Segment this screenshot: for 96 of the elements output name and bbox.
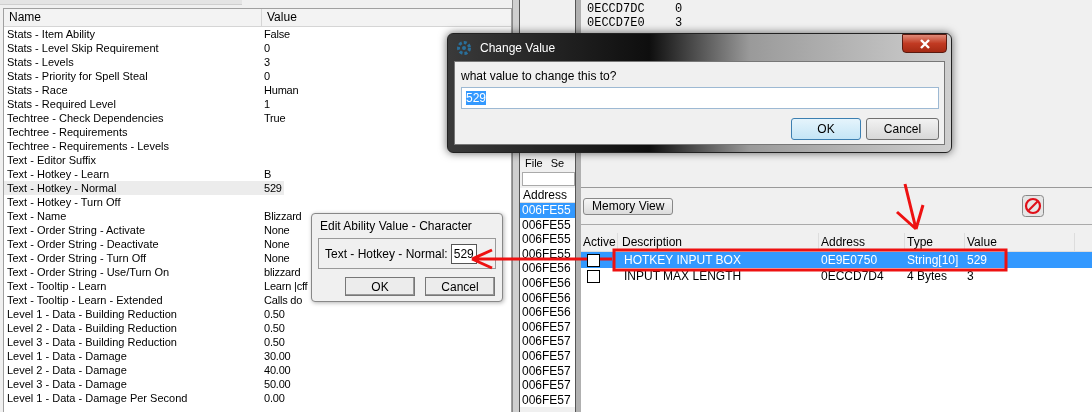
memory-value: 3 bbox=[675, 16, 683, 30]
table-cell-text: 40.00 bbox=[263, 363, 292, 377]
input-field[interactable] bbox=[522, 172, 575, 186]
column-header[interactable]: Value bbox=[262, 9, 511, 26]
checkbox[interactable] bbox=[587, 270, 600, 283]
dialog-button[interactable]: Cancel bbox=[866, 118, 939, 140]
value-field[interactable]: 529 bbox=[450, 243, 477, 264]
field-label: Text - Hotkey - Normal: bbox=[325, 246, 448, 261]
table-cell-text: 4 Bytes bbox=[906, 268, 949, 284]
window-title: Edit Ability Value - Character bbox=[319, 218, 473, 235]
table-cell-text: 0.50 bbox=[263, 335, 286, 349]
table-cell[interactable]: Stats - Race bbox=[4, 83, 262, 97]
table-cell-text: B bbox=[263, 167, 273, 181]
table-cell-text: 0 bbox=[263, 41, 271, 55]
table-cell[interactable]: Text - Order String - Turn Off bbox=[4, 251, 262, 265]
table-cell[interactable]: Stats - Priority for Spell Steal bbox=[4, 69, 262, 83]
table-cell-text: 0.50 bbox=[263, 307, 286, 321]
table-cell-text: True bbox=[263, 111, 287, 125]
table-cell-text: None bbox=[263, 237, 291, 251]
memory-view-button[interactable]: Memory View bbox=[583, 197, 674, 215]
table-cell[interactable]: Text - Editor Suffix bbox=[4, 153, 262, 167]
dialog-button[interactable]: Cancel bbox=[425, 277, 495, 296]
column-header[interactable]: Address bbox=[520, 188, 575, 203]
table-cell-text: Calls do bbox=[263, 293, 304, 307]
dialog-button[interactable]: OK bbox=[791, 118, 861, 140]
table-cell[interactable]: Techtree - Check Dependencies bbox=[4, 111, 262, 125]
column-header[interactable]: Value bbox=[965, 233, 1075, 251]
address-item[interactable]: 006FE57 bbox=[520, 378, 575, 393]
table-cell[interactable]: Level 3 - Data - Damage bbox=[4, 377, 262, 391]
memory-address: 0ECCD7DC bbox=[587, 2, 646, 16]
table-row[interactable]: INPUT MAX LENGTH 0ECCD7D4 4 Bytes 3 bbox=[581, 268, 1092, 284]
table-cell-text: blizzard bbox=[263, 265, 302, 279]
address-item[interactable]: 006FE55 bbox=[520, 232, 575, 247]
address-item[interactable]: 006FE56 bbox=[520, 305, 575, 320]
table-cell[interactable]: Text - Hotkey - Normal bbox=[4, 181, 262, 195]
table-cell-text: INPUT MAX LENGTH bbox=[623, 268, 743, 284]
table-cell[interactable]: Techtree - Requirements - Levels bbox=[4, 139, 262, 153]
table-cell[interactable]: Text - Order String - Use/Turn On bbox=[4, 265, 262, 279]
table-cell-text: 3 bbox=[966, 268, 975, 284]
window-title: Change Value bbox=[480, 40, 557, 55]
table-cell-text: 529 bbox=[966, 252, 989, 268]
table-cell[interactable]: Level 3 - Data - Building Reduction bbox=[4, 335, 262, 349]
close-icon[interactable] bbox=[918, 38, 931, 49]
table-cell[interactable]: Stats - Level Skip Requirement bbox=[4, 41, 262, 55]
column-header[interactable]: Address bbox=[819, 233, 905, 251]
table-cell[interactable]: Level 1 - Data - Building Reduction bbox=[4, 307, 262, 321]
table-cell[interactable]: Stats - Levels bbox=[4, 55, 262, 69]
table-cell[interactable]: Text - Hotkey - Learn bbox=[4, 167, 262, 181]
table-cell-text: None bbox=[263, 223, 291, 237]
table-cell-text: HOTKEY INPUT BOX bbox=[623, 252, 742, 268]
table-cell[interactable]: Level 1 - Data - Damage Per Second bbox=[4, 391, 262, 405]
gear-icon bbox=[455, 38, 473, 57]
table-cell[interactable]: Text - Tooltip - Learn - Extended bbox=[4, 293, 262, 307]
memory-value: 0 bbox=[675, 2, 683, 16]
table-cell[interactable]: Stats - Item Ability bbox=[4, 27, 262, 41]
address-item[interactable]: 006FE56 bbox=[520, 261, 575, 276]
table-cell-text: 3 bbox=[263, 55, 271, 69]
arrow bbox=[895, 182, 925, 231]
memory-address: 0ECCD7E0 bbox=[587, 16, 646, 30]
table-cell-text: 0.50 bbox=[263, 321, 286, 335]
menu-item[interactable]: File bbox=[525, 157, 543, 170]
table-cell-text: 0.00 bbox=[263, 391, 286, 405]
table-cell[interactable]: Level 2 - Data - Damage bbox=[4, 363, 262, 377]
table-cell-text: Human bbox=[263, 83, 300, 97]
table-cell[interactable]: Level 2 - Data - Building Reduction bbox=[4, 321, 262, 335]
address-item[interactable]: 006FE57 bbox=[520, 334, 575, 349]
table-cell-text: 1 bbox=[263, 97, 271, 111]
table-cell[interactable]: Stats - Required Level bbox=[4, 97, 262, 111]
table-cell[interactable]: Level 1 - Data - Damage bbox=[4, 349, 262, 363]
table-cell[interactable]: Text - Name bbox=[4, 209, 262, 223]
prompt-text: what value to change this to? bbox=[461, 68, 618, 84]
table-cell-text: Blizzard bbox=[263, 209, 303, 223]
column-header[interactable]: Active bbox=[581, 233, 618, 251]
no-entry-icon[interactable] bbox=[1022, 195, 1044, 217]
table-cell[interactable]: Techtree - Requirements bbox=[4, 125, 262, 139]
table-cell[interactable]: Text - Tooltip - Learn bbox=[4, 279, 262, 293]
column-header[interactable]: Type bbox=[905, 233, 965, 251]
table-cell[interactable]: Text - Order String - Activate bbox=[4, 223, 262, 237]
table-cell-text: 50.00 bbox=[263, 377, 292, 391]
dialog-button[interactable]: OK bbox=[345, 277, 415, 296]
table-cell-text: None bbox=[263, 251, 291, 265]
column-header[interactable]: Description bbox=[618, 233, 819, 251]
table-cell[interactable]: Text - Order String - Deactivate bbox=[4, 237, 262, 251]
close-button[interactable] bbox=[902, 34, 947, 53]
table-cell-text: Learn |cff bbox=[263, 279, 309, 293]
table-cell-text: String[10] bbox=[906, 252, 960, 268]
table-cell: 529 bbox=[262, 181, 284, 195]
table-cell-text: 0ECCD7D4 bbox=[820, 268, 885, 284]
menu-item[interactable]: Se bbox=[550, 157, 565, 170]
table-cell-text: 0 bbox=[263, 69, 271, 83]
checkbox[interactable] bbox=[587, 254, 600, 267]
table-cell[interactable]: Text - Hotkey - Turn Off bbox=[4, 195, 262, 209]
table-cell-text: 30.00 bbox=[263, 349, 292, 363]
table-cell-text: False bbox=[263, 27, 291, 41]
table-cell-text: 0E9E0750 bbox=[820, 252, 879, 268]
column-header[interactable]: Name bbox=[4, 9, 262, 26]
